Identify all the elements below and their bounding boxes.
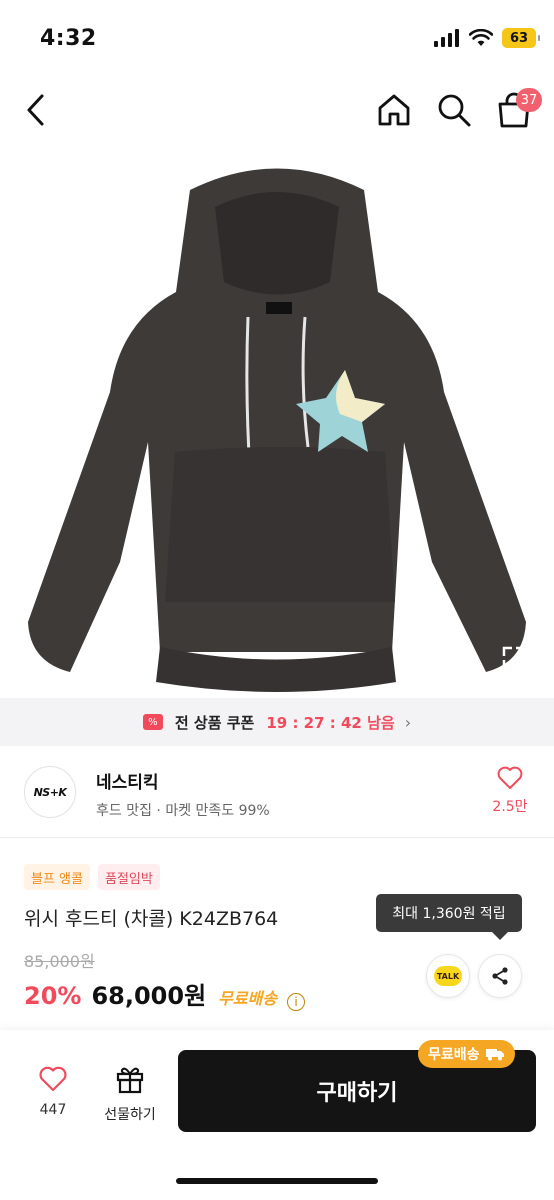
status-bar: 4:32 63 (0, 0, 554, 80)
like-button[interactable]: 447 (28, 1066, 78, 1118)
back-arrow-icon[interactable] (22, 92, 52, 128)
expand-icon[interactable] (500, 644, 528, 672)
price-row: 20% 68,000원 무료배송 i (24, 976, 306, 1011)
original-price: 85,000원 (24, 952, 95, 971)
cellular-signal-icon (434, 29, 459, 47)
kakao-talk-icon: TALK (434, 966, 462, 986)
home-icon[interactable] (376, 92, 412, 128)
chevron-right-icon: › (404, 712, 412, 732)
free-shipping-badge: 무료배송 (418, 1040, 515, 1068)
battery-indicator: 63 (502, 28, 540, 48)
discount-rate: 20% (24, 982, 82, 1010)
status-time: 4:32 (40, 26, 97, 51)
tag-low-stock: 품절임박 (97, 864, 160, 890)
cart-count-badge: 37 (516, 88, 542, 112)
like-count: 447 (39, 1102, 67, 1118)
coupon-timer: 19 : 27 : 42 남음 (266, 713, 395, 732)
seller-description: 후드 맛집 · 마켓 만족도 99% (96, 803, 270, 819)
product-info: 블프 앵콜 품절임박 위시 후드티 (차콜) K24ZB764 최대 1,360… (0, 838, 554, 1028)
heart-icon (497, 766, 523, 789)
share-icon (492, 967, 508, 985)
kakao-talk-button[interactable]: TALK (426, 954, 470, 998)
coupon-banner[interactable]: % 전 상품 쿠폰 19 : 27 : 42 남음 › (0, 698, 554, 746)
heart-icon (39, 1066, 67, 1092)
gift-button[interactable]: 선물하기 (96, 1064, 164, 1124)
share-button[interactable] (478, 954, 522, 998)
product-tags: 블프 앵콜 품절임박 (24, 864, 160, 890)
free-shipping-label: 무료배송 (218, 989, 278, 1008)
tag-black-friday: 블프 앵콜 (24, 864, 90, 890)
gift-label: 선물하기 (104, 1107, 156, 1123)
product-title: 위시 후드티 (차콜) K24ZB764 (24, 908, 279, 930)
seller-like-count: 2.5만 (492, 799, 528, 815)
coupon-label: 전 상품 쿠폰 (174, 713, 255, 732)
coupon-icon: % (142, 714, 163, 730)
search-icon[interactable] (436, 92, 472, 128)
seller-name[interactable]: 네스티킥 (96, 768, 159, 793)
wifi-icon (469, 29, 493, 46)
info-icon[interactable]: i (287, 993, 306, 1011)
bottom-action-bar: 447 선물하기 구매하기 무료배송 (0, 1030, 554, 1200)
free-shipping-badge-label: 무료배송 (428, 1047, 480, 1063)
seller-section[interactable]: NS+K 네스티킥 후드 맛집 · 마켓 만족도 99% 2.5만 (0, 746, 554, 838)
home-indicator (176, 1178, 378, 1184)
sale-price: 68,000원 (91, 982, 207, 1010)
seller-like-button[interactable]: 2.5만 (488, 766, 532, 816)
top-nav-bar (0, 80, 554, 142)
seller-logo[interactable]: NS+K (24, 766, 76, 818)
product-image[interactable] (0, 142, 554, 698)
gift-icon (116, 1067, 144, 1094)
hoodie-illustration (28, 168, 526, 692)
status-icons: 63 (434, 28, 540, 48)
points-tooltip: 최대 1,360원 적립 (376, 894, 522, 940)
truck-icon (485, 1049, 504, 1061)
